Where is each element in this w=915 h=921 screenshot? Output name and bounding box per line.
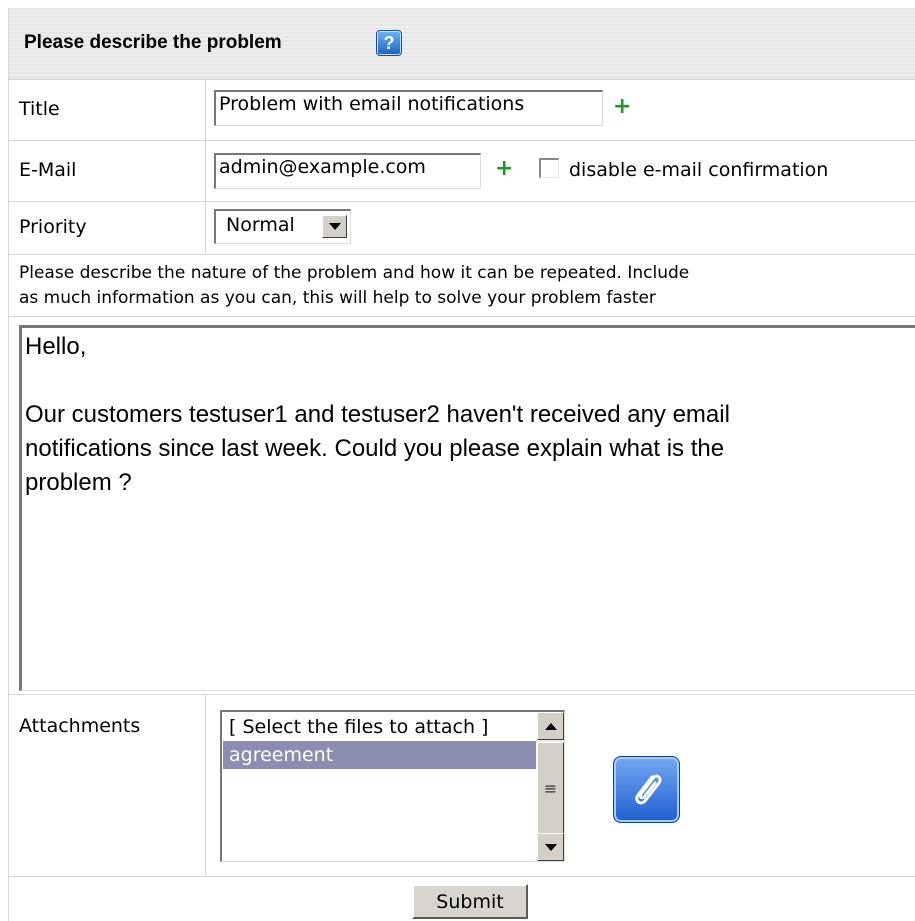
disable-email-confirmation-checkbox[interactable] xyxy=(539,158,559,178)
disable-email-confirmation-label: disable e-mail confirmation xyxy=(569,159,829,181)
textarea-line: problem ? xyxy=(25,469,132,496)
list-item-selected[interactable]: agreement xyxy=(223,741,536,769)
add-title-plus-icon[interactable]: + xyxy=(613,96,631,118)
description-instructions: Please describe the nature of the proble… xyxy=(19,261,909,311)
scroll-thumb[interactable]: ≡ xyxy=(537,742,564,834)
priority-select[interactable]: Normal xyxy=(214,209,351,244)
priority-row: Priority Normal xyxy=(9,202,915,255)
chevron-down-icon[interactable] xyxy=(322,215,347,238)
priority-label: Priority xyxy=(19,216,87,238)
problem-report-form: Please describe the problem ? Title Prob… xyxy=(8,8,915,921)
row-divider xyxy=(205,202,206,254)
title-input[interactable]: Problem with email notifications xyxy=(214,90,603,126)
email-label: E-Mail xyxy=(19,159,77,181)
row-divider xyxy=(205,695,206,876)
email-input[interactable]: admin@example.com xyxy=(214,153,481,189)
title-row: Title Problem with email notifications + xyxy=(9,80,915,141)
attachments-label: Attachments xyxy=(19,715,141,737)
scrollbar[interactable]: ≡ xyxy=(537,712,564,861)
attach-file-button[interactable] xyxy=(613,756,680,823)
row-divider xyxy=(205,141,206,201)
list-item[interactable]: [ Select the files to attach ] xyxy=(223,713,536,741)
scroll-up-button[interactable] xyxy=(537,712,564,740)
textarea-line: Our customers testuser1 and testuser2 ha… xyxy=(25,401,730,428)
description-instructions-row: Please describe the nature of the proble… xyxy=(9,255,915,317)
add-email-plus-icon[interactable]: + xyxy=(495,158,513,180)
textarea-line: notifications since last week. Could you… xyxy=(25,435,725,462)
attachments-listbox[interactable]: [ Select the files to attach ] agreement… xyxy=(220,710,565,862)
textarea-line xyxy=(25,364,911,398)
title-label: Title xyxy=(19,98,60,120)
scroll-down-button[interactable] xyxy=(537,833,564,861)
problem-description-textarea[interactable]: Hello, Our customers testuser1 and testu… xyxy=(19,325,915,691)
instructions-line: Please describe the nature of the proble… xyxy=(19,263,690,283)
help-icon[interactable]: ? xyxy=(376,30,402,56)
email-row: E-Mail admin@example.com + disable e-mai… xyxy=(9,141,915,202)
instructions-line: as much information as you can, this wil… xyxy=(19,288,656,308)
submit-button[interactable]: Submit xyxy=(412,884,528,919)
textarea-line: Hello, xyxy=(25,333,87,360)
form-title: Please describe the problem xyxy=(24,32,282,53)
row-divider xyxy=(205,80,206,140)
priority-select-value: Normal xyxy=(226,214,295,236)
paperclip-icon xyxy=(634,774,662,804)
form-header: Please describe the problem ? xyxy=(9,8,915,80)
